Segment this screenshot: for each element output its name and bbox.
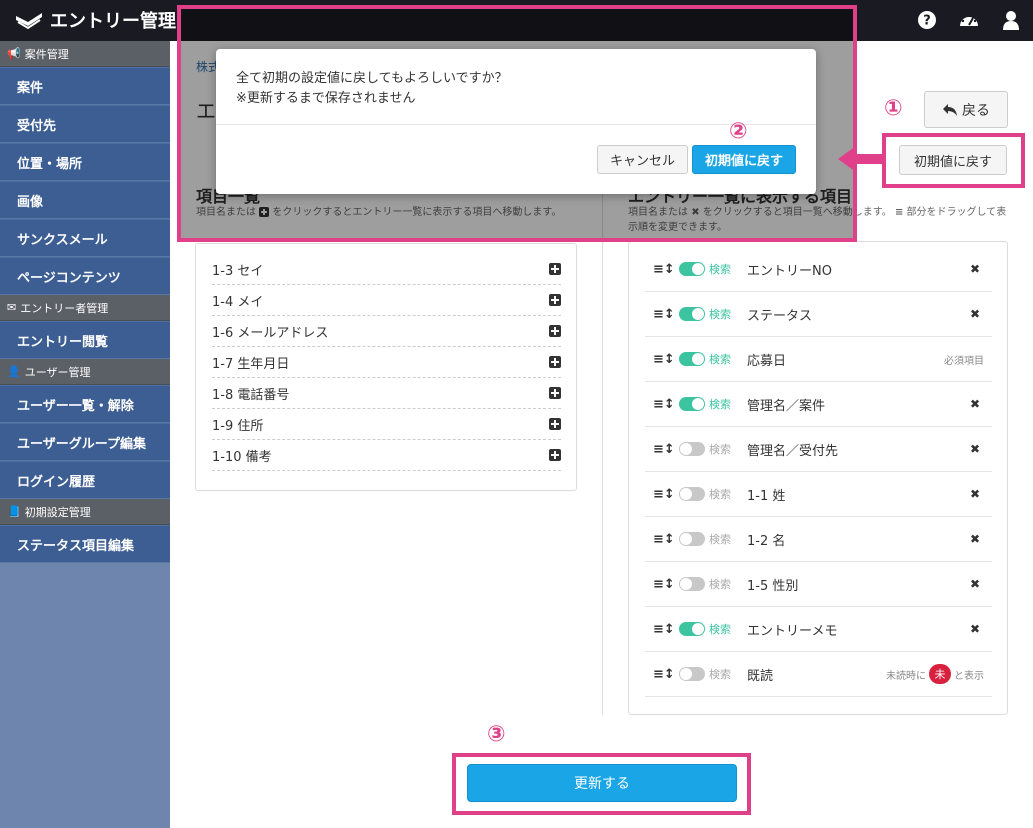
drag-handle-icon[interactable]: ≡↕ [653, 532, 677, 547]
drag-handle-icon[interactable]: ≡↕ [653, 352, 677, 367]
step-3-marker: ③ [487, 722, 506, 747]
remove-x-icon[interactable]: ✖ [968, 487, 982, 501]
sidebar-item-login-history[interactable]: ログイン履歴 [0, 461, 170, 499]
table-row[interactable]: ≡↕ 検索 1-5 性別 ✖ [645, 562, 992, 607]
app-logo[interactable]: エントリー管理 [14, 8, 176, 32]
drag-handle-icon[interactable]: ≡↕ [653, 262, 677, 277]
sidebar-item-entry-view[interactable]: エントリー閲覧 [0, 321, 170, 359]
plus-icon[interactable] [549, 294, 561, 306]
list-item[interactable]: 1-4 メイ [212, 285, 561, 316]
plus-icon[interactable] [549, 449, 561, 461]
drag-handle-icon[interactable]: ≡↕ [653, 487, 677, 502]
column-divider [602, 181, 603, 715]
unread-badge: 未 [929, 664, 951, 684]
megaphone-icon: 📢 [7, 47, 21, 60]
sidebar-section-initial-settings: 📘 初期設定管理 [0, 499, 170, 525]
reply-arrow-icon [943, 103, 957, 116]
drag-handle-icon[interactable]: ≡↕ [653, 622, 677, 637]
search-toggle[interactable] [679, 397, 705, 411]
search-toggle[interactable] [679, 667, 705, 681]
search-toggle[interactable] [679, 442, 705, 456]
drag-handle-icon[interactable]: ≡↕ [653, 667, 677, 682]
highlight-box-update [452, 753, 751, 815]
book-icon: 📘 [7, 505, 21, 518]
table-row[interactable]: ≡↕ 検索 管理名／受付先 ✖ [645, 427, 992, 472]
highlight-box-dialog [177, 5, 857, 242]
app-title: エントリー管理 [50, 11, 176, 32]
sidebar-item-location[interactable]: 位置・場所 [0, 143, 170, 181]
search-toggle[interactable] [679, 577, 705, 591]
svg-text:?: ? [923, 14, 931, 29]
table-row[interactable]: ≡↕ 検索 1-1 姓 ✖ [645, 472, 992, 517]
sidebar: 📢 案件管理 案件 受付先 位置・場所 画像 サンクスメール ページコンテンツ … [0, 41, 170, 828]
remove-x-icon[interactable]: ✖ [968, 577, 982, 591]
help-icon[interactable]: ? [915, 8, 939, 32]
sidebar-section-projects: 📢 案件管理 [0, 41, 170, 67]
sidebar-item-reception[interactable]: 受付先 [0, 105, 170, 143]
list-item[interactable]: 1-8 電話番号 [212, 378, 561, 409]
plus-icon[interactable] [549, 387, 561, 399]
drag-handle-icon[interactable]: ≡↕ [653, 307, 677, 322]
unread-note: 未読時に 未 と表示 [886, 664, 984, 684]
person-icon: 👤 [7, 365, 21, 378]
table-row[interactable]: ≡↕ 検索 応募日 必須項目 [645, 337, 992, 382]
step-1-marker: ① [884, 96, 903, 121]
list-item[interactable]: 1-6 メールアドレス [212, 316, 561, 347]
envelope-icon: ✉ [7, 301, 17, 314]
plus-icon[interactable] [549, 418, 561, 430]
drag-handle-icon: ≡ [894, 207, 904, 218]
sidebar-section-users: 👤 ユーザー管理 [0, 359, 170, 385]
dashboard-icon[interactable] [957, 8, 981, 32]
item-list-panel: 1-3 セイ 1-4 メイ 1-6 メールアドレス 1-7 生年月日 1-8 電… [195, 243, 577, 491]
table-row[interactable]: ≡↕ 検索 エントリーNO ✖ [645, 247, 992, 292]
remove-x-icon[interactable]: ✖ [968, 532, 982, 546]
table-row[interactable]: ≡↕ 検索 エントリーメモ ✖ [645, 607, 992, 652]
table-row[interactable]: ≡↕ 検索 1-2 名 ✖ [645, 517, 992, 562]
remove-x-icon[interactable]: ✖ [968, 307, 982, 321]
table-row[interactable]: ≡↕ 検索 ステータス ✖ [645, 292, 992, 337]
back-button[interactable]: 戻る [924, 91, 1008, 128]
drag-handle-icon[interactable]: ≡↕ [653, 442, 677, 457]
search-toggle[interactable] [679, 532, 705, 546]
search-toggle[interactable] [679, 352, 705, 366]
sidebar-section-entrants: ✉ エントリー者管理 [0, 295, 170, 321]
sidebar-item-projects[interactable]: 案件 [0, 67, 170, 105]
pointer-arrow-icon [838, 146, 882, 172]
remove-x-icon[interactable]: ✖ [968, 442, 982, 456]
list-item[interactable]: 1-3 セイ [212, 254, 561, 285]
drag-handle-icon[interactable]: ≡↕ [653, 577, 677, 592]
sidebar-item-images[interactable]: 画像 [0, 181, 170, 219]
remove-x-icon[interactable]: ✖ [968, 622, 982, 636]
drag-handle-icon[interactable]: ≡↕ [653, 397, 677, 412]
search-toggle[interactable] [679, 307, 705, 321]
sidebar-item-status-edit[interactable]: ステータス項目編集 [0, 525, 170, 563]
required-label: 必須項目 [944, 355, 984, 367]
list-item[interactable]: 1-10 備考 [212, 440, 561, 471]
search-toggle[interactable] [679, 262, 705, 276]
table-row[interactable]: ≡↕ 検索 管理名／案件 ✖ [645, 382, 992, 427]
book-logo-icon [16, 13, 42, 30]
user-icon[interactable] [999, 8, 1023, 32]
remove-x-icon[interactable]: ✖ [968, 262, 982, 276]
remove-x-icon[interactable]: ✖ [968, 397, 982, 411]
plus-icon[interactable] [549, 356, 561, 368]
search-toggle[interactable] [679, 487, 705, 501]
search-toggle[interactable] [679, 622, 705, 636]
table-row[interactable]: ≡↕ 検索 既読 未読時に 未 と表示 [645, 652, 992, 697]
entry-columns-panel: ≡↕ 検索 エントリーNO ✖ ≡↕ 検索 ステータス ✖ ≡↕ 検索 応募日 … [628, 241, 1008, 715]
sidebar-item-user-list[interactable]: ユーザー一覧・解除 [0, 385, 170, 423]
sidebar-item-thanks-mail[interactable]: サンクスメール [0, 219, 170, 257]
plus-icon[interactable] [549, 325, 561, 337]
highlight-box-reset [882, 133, 1025, 188]
sidebar-item-user-groups[interactable]: ユーザーグループ編集 [0, 423, 170, 461]
list-item[interactable]: 1-9 住所 [212, 409, 561, 440]
sidebar-item-page-contents[interactable]: ページコンテンツ [0, 257, 170, 295]
plus-icon[interactable] [549, 263, 561, 275]
step-2-marker: ② [729, 119, 748, 144]
list-item[interactable]: 1-7 生年月日 [212, 347, 561, 378]
